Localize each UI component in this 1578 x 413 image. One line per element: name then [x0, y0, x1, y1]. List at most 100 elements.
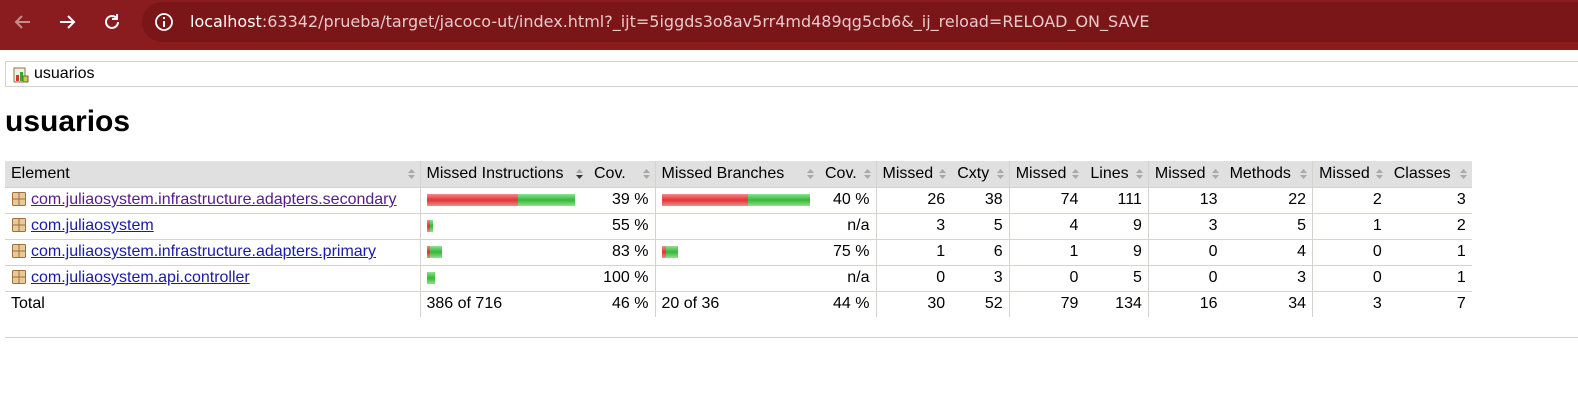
sort-icon [939, 169, 947, 179]
package-link[interactable]: com.juliaosystem.infrastructure.adapters… [31, 243, 376, 260]
col-lines[interactable]: Lines [1084, 161, 1149, 188]
col-methods-missed[interactable]: Missed [1147, 161, 1224, 188]
instructions-missed-bar [426, 193, 518, 206]
url-text[interactable]: localhost:63342/prueba/target/jacoco-ut/… [190, 12, 1149, 31]
total-lines-missed: 79 [1008, 290, 1085, 317]
methods-missed: 3 [1147, 213, 1224, 240]
classes-missed: 2 [1312, 187, 1388, 214]
total-label: Total [5, 290, 420, 317]
footer-divider [5, 337, 1578, 338]
table-row: com.juliaosystem.infrastructure.adapters… [5, 187, 1472, 214]
cxty-missed: 3 [875, 213, 952, 240]
cxty-missed: 26 [875, 187, 952, 214]
forward-button[interactable] [52, 8, 82, 36]
sort-icon [863, 169, 871, 179]
element-cell: com.juliaosystem [5, 213, 420, 240]
col-missed-instructions-label: Missed Instructions [426, 164, 564, 182]
branches-covered-bar [665, 245, 678, 258]
col-lines-label: Lines [1090, 164, 1129, 182]
lines-missed: 1 [1008, 239, 1085, 266]
methods: 22 [1223, 187, 1313, 214]
methods: 3 [1223, 265, 1313, 292]
total-branches-cov: 44 % [819, 290, 876, 317]
col-lines-missed[interactable]: Missed [1008, 161, 1085, 188]
col-cxty-label: Cxty [957, 164, 990, 182]
col-element[interactable]: Element [5, 161, 420, 188]
col-cxty-missed[interactable]: Missed [875, 161, 952, 188]
sort-icon [1211, 169, 1219, 179]
reload-button[interactable] [97, 8, 127, 36]
package-link[interactable]: com.juliaosystem [31, 217, 154, 234]
sort-icon [407, 169, 415, 179]
package-icon [12, 244, 26, 258]
col-methods[interactable]: Methods [1223, 161, 1313, 188]
methods: 4 [1223, 239, 1313, 266]
col-missed-branches-label: Missed Branches [661, 164, 785, 182]
instructions-cov: 55 % [588, 213, 655, 240]
total-instructions-cov: 46 % [588, 290, 655, 317]
cxty: 38 [951, 187, 1010, 214]
branches-cov: 40 % [819, 187, 876, 214]
col-lines-missed-label: Missed [1015, 164, 1067, 182]
sort-icon [1135, 169, 1143, 179]
total-methods: 34 [1223, 290, 1313, 317]
col-methods-label: Methods [1229, 164, 1291, 182]
package-link[interactable]: com.juliaosystem.infrastructure.adapters… [31, 191, 397, 208]
total-classes-missed: 3 [1312, 290, 1388, 317]
url-path: :63342/prueba/target/jacoco-ut/index.htm… [261, 12, 1150, 31]
col-missed-instructions[interactable]: Missed Instructions [419, 161, 588, 188]
cxty: 3 [951, 265, 1010, 292]
cxty-missed: 0 [875, 265, 952, 292]
classes-missed: 1 [1312, 213, 1388, 240]
instructions-covered-bar [426, 271, 435, 284]
element-cell: com.juliaosystem.api.controller [5, 265, 420, 292]
instructions-cov: 100 % [588, 265, 655, 292]
lines: 5 [1084, 265, 1149, 292]
instructions-cov: 83 % [588, 239, 655, 266]
instructions-covered-bar [429, 245, 442, 258]
sort-icon [1300, 169, 1308, 179]
branches-cov: 75 % [819, 239, 876, 266]
classes: 2 [1387, 213, 1472, 240]
col-instructions-cov[interactable]: Cov. [588, 161, 655, 188]
instructions-covered-bar [517, 193, 575, 206]
lines-missed: 0 [1008, 265, 1085, 292]
missed-instructions-bar [419, 213, 588, 240]
back-button[interactable] [8, 8, 38, 36]
col-classes[interactable]: Classes [1387, 161, 1472, 188]
branches-cov: n/a [819, 213, 876, 240]
total-cxty-missed: 30 [875, 290, 952, 317]
total-cxty: 52 [951, 290, 1010, 317]
total-lines: 134 [1084, 290, 1149, 317]
sort-icon [642, 169, 650, 179]
package-icon [12, 270, 26, 284]
col-missed-branches[interactable]: Missed Branches [654, 161, 819, 188]
total-row: Total 386 of 716 46 % 20 of 36 44 % 30 5… [5, 290, 1472, 317]
col-instructions-cov-label: Cov. [594, 164, 626, 182]
package-icon [12, 218, 26, 232]
classes-missed: 0 [1312, 265, 1388, 292]
classes: 1 [1387, 239, 1472, 266]
package-link[interactable]: com.juliaosystem.api.controller [31, 269, 250, 286]
address-bar[interactable]: localhost:63342/prueba/target/jacoco-ut/… [142, 2, 1578, 42]
element-cell: com.juliaosystem.infrastructure.adapters… [5, 187, 420, 214]
col-cxty[interactable]: Cxty [951, 161, 1010, 188]
cxty-missed: 1 [875, 239, 952, 266]
missed-instructions-bar [419, 239, 588, 266]
table-row: com.juliaosystem.api.controller 100 % n/a 0… [5, 265, 1472, 292]
site-info-icon[interactable] [154, 12, 174, 32]
reload-icon [105, 14, 119, 29]
col-classes-missed[interactable]: Missed [1312, 161, 1388, 188]
missed-branches-bar [654, 187, 819, 214]
sort-icon [807, 169, 814, 179]
col-branches-cov[interactable]: Cov. [819, 161, 876, 188]
total-classes: 7 [1387, 290, 1472, 317]
coverage-table: Element Missed Instructions Cov. Missed … [5, 161, 1472, 317]
missed-instructions-bar [419, 265, 588, 292]
table-row: com.juliaosystem.infrastructure.adapters… [5, 239, 1472, 266]
sort-icon [1459, 169, 1467, 179]
browser-toolbar: localhost:63342/prueba/target/jacoco-ut/… [0, 0, 1578, 50]
methods-missed: 0 [1147, 265, 1224, 292]
methods-missed: 13 [1147, 187, 1224, 214]
col-classes-label: Classes [1393, 164, 1451, 182]
